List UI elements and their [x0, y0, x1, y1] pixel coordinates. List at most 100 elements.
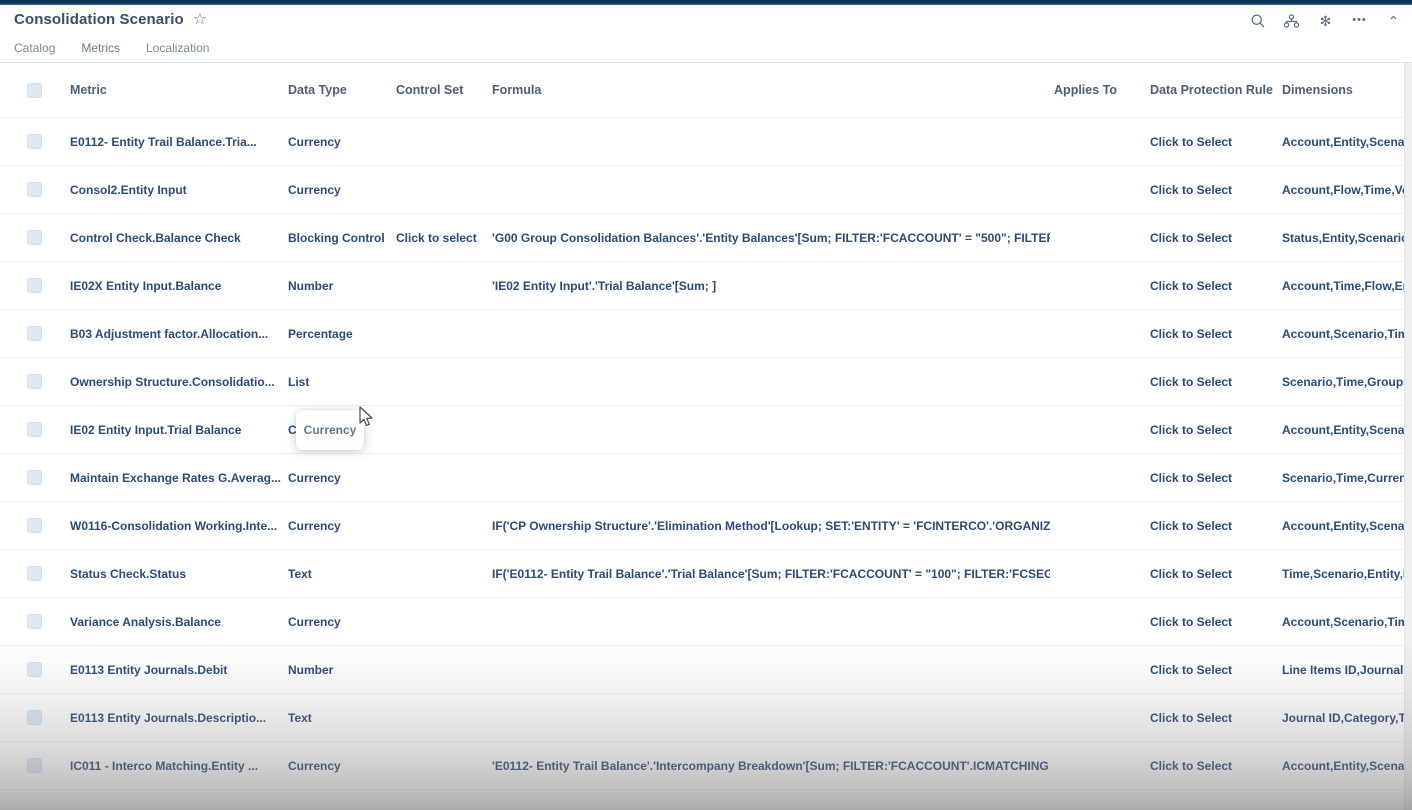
row-checkbox[interactable]: [27, 134, 42, 149]
data-protection-rule-cell[interactable]: Click to Select: [1150, 711, 1282, 725]
data-type-cell[interactable]: Text: [288, 711, 396, 725]
table-row[interactable]: IE02 Entity Input.Trial Balance Currency…: [0, 406, 1412, 454]
table-row[interactable]: Consol2.Entity Input Currency Click to S…: [0, 166, 1412, 214]
tab-catalog[interactable]: Catalog: [14, 41, 55, 62]
tab-metrics[interactable]: Metrics: [81, 41, 120, 62]
data-type-cell[interactable]: Currency: [288, 183, 396, 197]
table-row[interactable]: E0112- Entity Trail Balance.Tria... Curr…: [0, 118, 1412, 166]
dimensions-cell[interactable]: Account,Flow,Time,Versi: [1282, 183, 1412, 197]
data-protection-rule-cell[interactable]: Click to Select: [1150, 135, 1282, 149]
favorite-star-icon[interactable]: ☆: [193, 12, 207, 28]
metric-cell[interactable]: Maintain Exchange Rates G.Averag...: [70, 471, 288, 485]
metric-cell[interactable]: Ownership Structure.Consolidatio...: [70, 375, 288, 389]
table-row[interactable]: IE02X Entity Input.Balance Number 'IE02 …: [0, 262, 1412, 310]
formula-cell[interactable]: 'G00 Group Consolidation Balances'.'Enti…: [492, 231, 1050, 245]
dimensions-cell[interactable]: Line Items ID,Journal ID,: [1282, 663, 1412, 677]
row-checkbox[interactable]: [27, 566, 42, 581]
data-protection-rule-cell[interactable]: Click to Select: [1150, 615, 1282, 629]
table-row[interactable]: Maintain Exchange Rates G.Averag... Curr…: [0, 454, 1412, 502]
dimensions-cell[interactable]: Time,Scenario,Entity,Line: [1282, 567, 1412, 581]
data-protection-rule-cell[interactable]: Click to Select: [1150, 519, 1282, 533]
column-header-control-set[interactable]: Control Set: [396, 83, 492, 97]
row-checkbox[interactable]: [27, 230, 42, 245]
metric-cell[interactable]: Control Check.Balance Check: [70, 231, 288, 245]
formula-cell[interactable]: 'E0112- Entity Trail Balance'.'Intercomp…: [492, 759, 1050, 773]
table-row[interactable]: E0113 Entity Journals.Debit Number Click…: [0, 646, 1412, 694]
dimensions-cell[interactable]: Scenario,Time,Groups,En: [1282, 375, 1412, 389]
dimensions-cell[interactable]: Account,Entity,Scenario,: [1282, 423, 1412, 437]
metric-cell[interactable]: E0113 Entity Journals.Descriptio...: [70, 711, 288, 725]
settings-icon[interactable]: ✻: [1317, 12, 1334, 29]
column-header-applies-to[interactable]: Applies To: [1050, 83, 1150, 97]
row-checkbox[interactable]: [27, 326, 42, 341]
dimensions-cell[interactable]: Status,Entity,Scenario,Ti: [1282, 231, 1412, 245]
formula-cell[interactable]: 'IE02 Entity Input'.'Trial Balance'[Sum;…: [492, 279, 1050, 293]
tab-localization[interactable]: Localization: [146, 41, 209, 62]
metric-cell[interactable]: E0113 Entity Journals.Debit: [70, 663, 288, 677]
collapse-chevron-icon[interactable]: ⌃: [1385, 12, 1402, 29]
row-checkbox[interactable]: [27, 182, 42, 197]
data-type-cell[interactable]: Currency: [288, 759, 396, 773]
data-protection-rule-cell[interactable]: Click to Select: [1150, 183, 1282, 197]
row-checkbox[interactable]: [27, 662, 42, 677]
data-type-cell[interactable]: Number: [288, 279, 396, 293]
data-type-cell[interactable]: Currency: [288, 471, 396, 485]
row-checkbox[interactable]: [27, 710, 42, 725]
data-protection-rule-cell[interactable]: Click to Select: [1150, 327, 1282, 341]
formula-cell[interactable]: IF('E0112- Entity Trail Balance'.'Trial …: [492, 567, 1050, 581]
table-row[interactable]: Control Check.Balance Check Blocking Con…: [0, 214, 1412, 262]
dimensions-cell[interactable]: Journal ID,Category,Time: [1282, 711, 1412, 725]
table-row[interactable]: E0113 Entity Journals.Descriptio... Text…: [0, 694, 1412, 742]
formula-cell[interactable]: IF('CP Ownership Structure'.'Elimination…: [492, 519, 1050, 533]
row-checkbox[interactable]: [27, 470, 42, 485]
hierarchy-icon[interactable]: [1283, 12, 1300, 29]
dimensions-cell[interactable]: Account,Entity,Scenario,: [1282, 519, 1412, 533]
data-protection-rule-cell[interactable]: Click to Select: [1150, 759, 1282, 773]
row-checkbox[interactable]: [27, 758, 42, 773]
data-type-cell[interactable]: Blocking Control: [288, 231, 396, 245]
dimensions-cell[interactable]: Account,Entity,Scenario,T: [1282, 135, 1412, 149]
metric-cell[interactable]: W0116-Consolidation Working.Inte...: [70, 519, 288, 533]
data-protection-rule-cell[interactable]: Click to Select: [1150, 567, 1282, 581]
select-all-checkbox[interactable]: [27, 83, 42, 98]
metric-cell[interactable]: IE02X Entity Input.Balance: [70, 279, 288, 293]
row-checkbox[interactable]: [27, 518, 42, 533]
data-type-cell[interactable]: Percentage: [288, 327, 396, 341]
table-row[interactable]: B03 Adjustment factor.Allocation... Perc…: [0, 310, 1412, 358]
vertical-scrollbar[interactable]: [1404, 63, 1412, 810]
data-protection-rule-cell[interactable]: Click to Select: [1150, 471, 1282, 485]
data-type-cell[interactable]: Text: [288, 567, 396, 581]
column-header-data-protection-rule[interactable]: Data Protection Rule: [1150, 83, 1282, 97]
column-header-data-type[interactable]: Data Type: [288, 83, 396, 97]
data-type-cell[interactable]: Currency: [288, 615, 396, 629]
column-header-dimensions[interactable]: Dimensions: [1282, 83, 1412, 97]
data-protection-rule-cell[interactable]: Click to Select: [1150, 231, 1282, 245]
data-protection-rule-cell[interactable]: Click to Select: [1150, 279, 1282, 293]
dimensions-cell[interactable]: Scenario,Time,Currency I: [1282, 471, 1412, 485]
column-header-formula[interactable]: Formula: [492, 83, 1050, 97]
metric-cell[interactable]: E0112- Entity Trail Balance.Tria...: [70, 135, 288, 149]
metric-cell[interactable]: IE02 Entity Input.Trial Balance: [70, 423, 288, 437]
metric-cell[interactable]: IC011 - Interco Matching.Entity ...: [70, 759, 288, 773]
table-row[interactable]: Variance Analysis.Balance Currency Click…: [0, 598, 1412, 646]
data-type-cell[interactable]: Currency: [288, 519, 396, 533]
metric-cell[interactable]: B03 Adjustment factor.Allocation...: [70, 327, 288, 341]
data-type-cell[interactable]: List: [288, 375, 396, 389]
dimensions-cell[interactable]: Account,Time,Flow,Entit: [1282, 279, 1412, 293]
table-row[interactable]: IC011 - Interco Matching.Entity ... Curr…: [0, 742, 1412, 790]
data-type-cell[interactable]: Number: [288, 663, 396, 677]
data-protection-rule-cell[interactable]: Click to Select: [1150, 375, 1282, 389]
row-checkbox[interactable]: [27, 374, 42, 389]
control-set-cell[interactable]: Click to select: [396, 231, 492, 245]
table-row[interactable]: Ownership Structure.Consolidatio... List…: [0, 358, 1412, 406]
data-protection-rule-cell[interactable]: Click to Select: [1150, 423, 1282, 437]
column-header-metric[interactable]: Metric: [70, 83, 288, 97]
metric-cell[interactable]: Variance Analysis.Balance: [70, 615, 288, 629]
row-checkbox[interactable]: [27, 614, 42, 629]
data-protection-rule-cell[interactable]: Click to Select: [1150, 663, 1282, 677]
row-checkbox[interactable]: [27, 422, 42, 437]
dimensions-cell[interactable]: Account,Scenario,Time,E: [1282, 615, 1412, 629]
dimensions-cell[interactable]: Account,Scenario,Time: [1282, 327, 1412, 341]
dimensions-cell[interactable]: Account,Entity,Scenario,: [1282, 759, 1412, 773]
metric-cell[interactable]: Consol2.Entity Input: [70, 183, 288, 197]
